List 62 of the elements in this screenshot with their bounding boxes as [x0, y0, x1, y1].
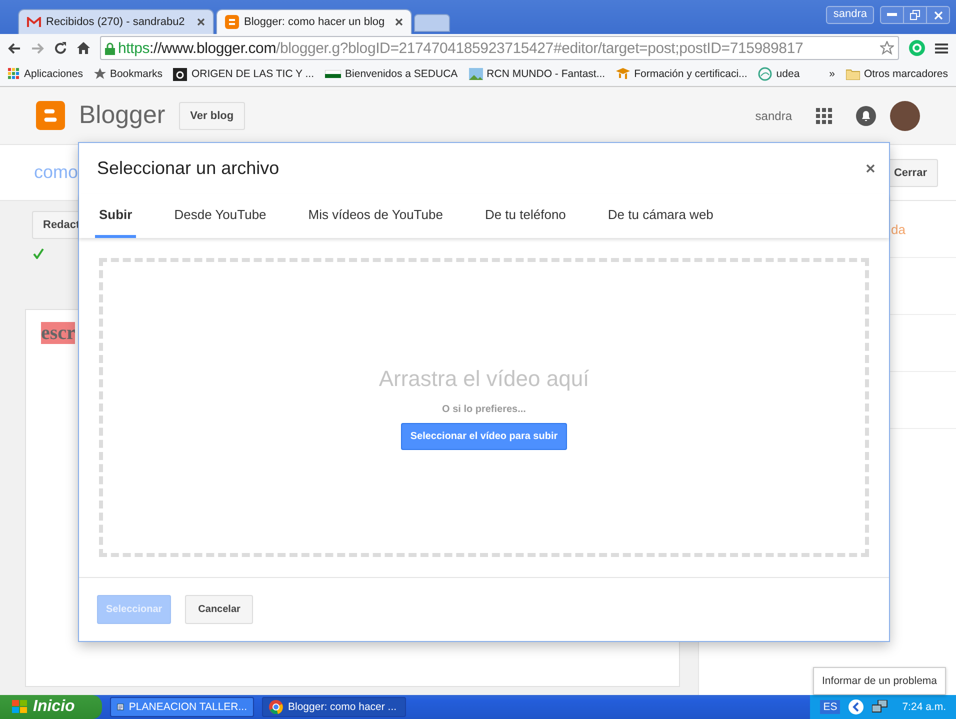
close-icon[interactable]: [395, 18, 403, 26]
alternative-hint: O si lo prefieres...: [442, 404, 526, 415]
bookmark-link[interactable]: ORIGEN DE LAS TIC Y ...: [191, 68, 314, 80]
bookmark-link[interactable]: Formación y certificaci...: [634, 68, 748, 80]
close-icon[interactable]: [197, 18, 205, 26]
close-icon[interactable]: [866, 164, 875, 174]
more-bookmarks-button[interactable]: »: [829, 68, 835, 80]
logo-text: Blogger: [79, 101, 166, 130]
bookmark-link[interactable]: RCN MUNDO - Fantast...: [486, 68, 606, 80]
profile-name[interactable]: sandra: [826, 6, 874, 24]
dialog-tab[interactable]: Subir: [95, 194, 136, 238]
browser-tab[interactable]: Recibidos (270) - sandrabu2: [18, 9, 214, 34]
windows-logo-icon: [12, 700, 28, 714]
avatar[interactable]: [890, 100, 920, 130]
image-icon: [468, 68, 483, 80]
lock-icon: [105, 42, 115, 54]
user-name[interactable]: sandra: [755, 108, 792, 122]
url-text: https://www.blogger.com/blogger.g?blogID=2174704185923715427#editor/target=post;postID=715989817: [118, 40, 804, 56]
network-icon[interactable]: [872, 700, 888, 714]
home-icon[interactable]: [77, 42, 90, 54]
drop-hint: Arrastra el vídeo aquí: [378, 366, 590, 392]
clock: 7:24 a.m.: [902, 701, 946, 713]
bookmark-link[interactable]: Aplicaciones: [24, 68, 83, 80]
blogger-logo-icon: [36, 101, 65, 130]
dialog-tab[interactable]: Desde YouTube: [170, 194, 270, 238]
apps-grid-icon: [8, 68, 20, 80]
dialog-tab[interactable]: De tu teléfono: [480, 194, 570, 238]
bookmark-link[interactable]: Bookmarks: [110, 68, 162, 80]
start-button[interactable]: Inicio: [0, 695, 102, 719]
cancel-button[interactable]: Cancelar: [185, 595, 254, 624]
bookmark-folder[interactable]: Otros marcadores: [864, 68, 948, 80]
taskbar-button[interactable]: Blogger: como hacer ...: [262, 697, 406, 717]
notification-bell-icon[interactable]: [856, 106, 876, 126]
view-blog-button[interactable]: Ver blog: [179, 102, 245, 130]
tooltip[interactable]: Informar de un problema: [813, 667, 946, 695]
cap-icon: [616, 68, 630, 80]
dialog-tab[interactable]: De tu cámara web: [604, 194, 718, 238]
taskbar-button[interactable]: PLANEACION TALLER...: [110, 697, 254, 717]
browser-tab[interactable]: Blogger: como hacer un blog: [216, 9, 412, 34]
globe-icon: [758, 67, 772, 81]
language-indicator[interactable]: ES: [820, 700, 840, 714]
restore-icon[interactable]: [910, 10, 920, 20]
dialog-tab[interactable]: Mis vídeos de YouTube: [304, 194, 447, 238]
star-icon[interactable]: [880, 41, 894, 55]
address-bar[interactable]: https://www.blogger.com/blogger.g?blogID=2174704185923715427#editor/target=post;postID=715989817: [100, 36, 899, 60]
bookmark-link[interactable]: udea: [776, 68, 800, 80]
star-icon: [94, 68, 106, 80]
folder-icon: [846, 68, 860, 80]
site-icon: [173, 68, 188, 80]
flag-icon: [325, 70, 342, 78]
back-arrow-icon[interactable]: [8, 42, 21, 54]
reload-icon[interactable]: [54, 42, 67, 54]
menu-icon[interactable]: [935, 42, 948, 54]
mail-icon: [27, 16, 41, 28]
apps-grid-icon[interactable]: [816, 108, 832, 124]
minimize-icon[interactable]: [887, 13, 897, 17]
dialog-title: Seleccionar un archivo: [97, 158, 280, 180]
spellcheck-icon[interactable]: [32, 247, 44, 259]
bookmark-link[interactable]: Bienvenidos a SEDUCA: [345, 68, 458, 80]
chevron-left-icon[interactable]: [848, 699, 864, 715]
chrome-icon: [269, 700, 283, 714]
blogger-logo-icon: [225, 15, 239, 29]
